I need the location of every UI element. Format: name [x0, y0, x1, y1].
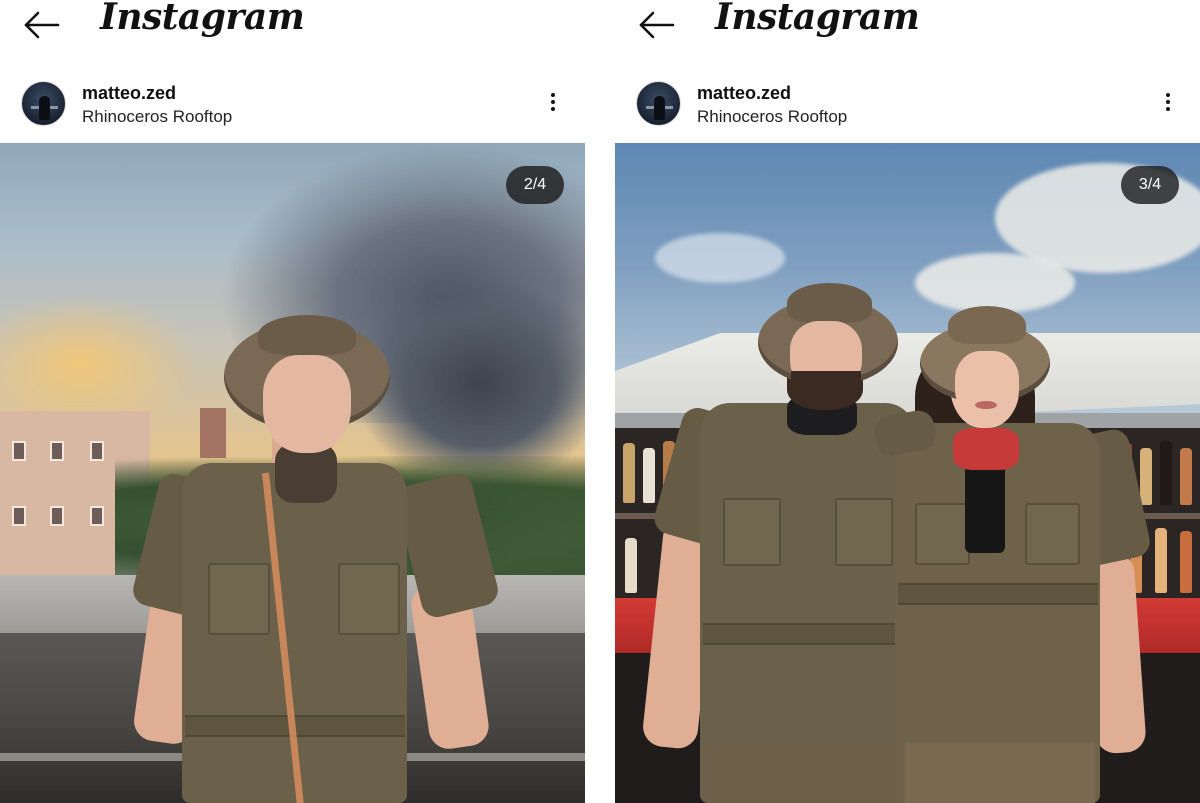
avatar[interactable] — [21, 81, 66, 126]
post-panel-left: Instagram matteo.zed Rhinoceros Rooftop — [0, 0, 585, 803]
more-options-button[interactable] — [1158, 90, 1178, 120]
location-link[interactable]: Rhinoceros Rooftop — [697, 107, 847, 127]
location-link[interactable]: Rhinoceros Rooftop — [82, 107, 232, 127]
username[interactable]: matteo.zed — [697, 83, 791, 104]
top-bar: Instagram — [615, 0, 1200, 56]
post-header: matteo.zed Rhinoceros Rooftop — [615, 72, 1200, 134]
carousel-counter: 3/4 — [1121, 166, 1179, 204]
username[interactable]: matteo.zed — [82, 83, 176, 104]
post-panel-right: Instagram matteo.zed Rhinoceros Rooftop — [615, 0, 1200, 803]
top-bar: Instagram — [0, 0, 585, 56]
more-options-button[interactable] — [543, 90, 563, 120]
arrow-left-icon — [24, 11, 60, 39]
post-photo[interactable] — [0, 143, 585, 803]
back-button[interactable] — [637, 8, 677, 42]
app-logo: Instagram — [100, 0, 305, 38]
three-dots-vertical-icon — [1158, 93, 1178, 111]
app-logo: Instagram — [715, 0, 920, 38]
back-button[interactable] — [22, 8, 62, 42]
arrow-left-icon — [639, 11, 675, 39]
post-photo[interactable] — [615, 143, 1200, 803]
three-dots-vertical-icon — [543, 93, 563, 111]
avatar[interactable] — [636, 81, 681, 126]
post-header: matteo.zed Rhinoceros Rooftop — [0, 72, 585, 134]
carousel-counter: 2/4 — [506, 166, 564, 204]
